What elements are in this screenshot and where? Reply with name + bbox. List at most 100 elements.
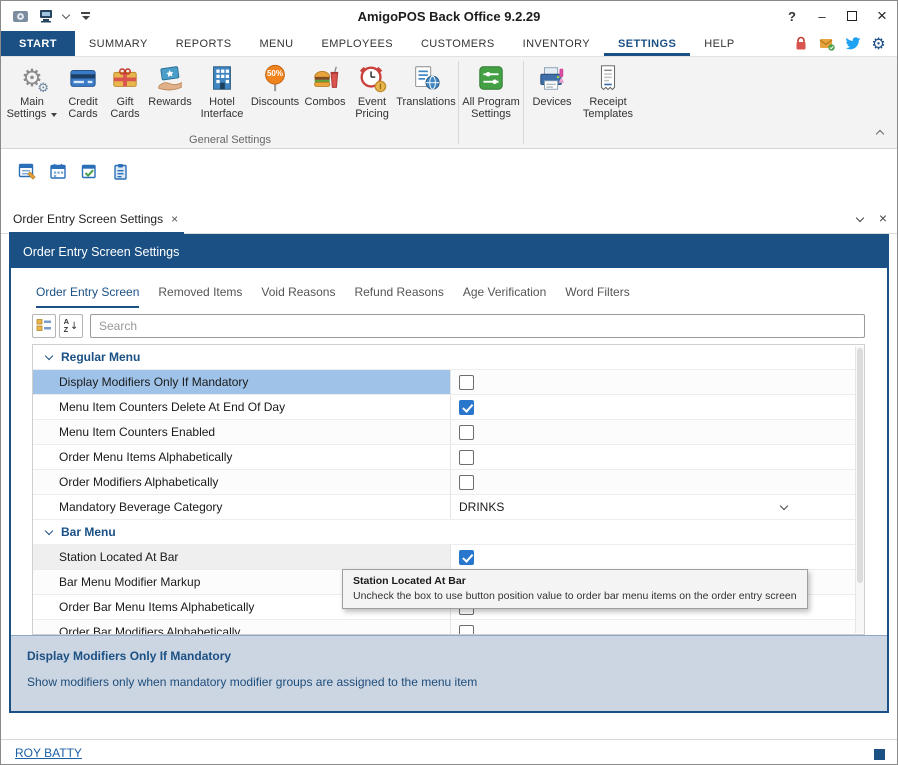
close-document-icon[interactable]: × bbox=[879, 211, 887, 225]
checkbox[interactable] bbox=[459, 400, 474, 415]
gear-icon[interactable]: ⚙ bbox=[870, 35, 887, 52]
sort-az-button[interactable]: A Z ↓ bbox=[59, 314, 83, 338]
tab-age-verification[interactable]: Age Verification bbox=[463, 285, 546, 308]
event-pricing-button[interactable]: Event Pricing bbox=[349, 57, 395, 133]
checkbox[interactable] bbox=[459, 550, 474, 565]
setting-row[interactable]: Menu Item Counters Enabled bbox=[33, 420, 864, 445]
app-window: AmigoPOS Back Office 9.2.29 ? – × START … bbox=[0, 0, 898, 765]
category-row-bar-menu[interactable]: Bar Menu bbox=[33, 520, 864, 545]
setting-row[interactable]: Order Bar Modifiers Alphabetically bbox=[33, 620, 864, 635]
hotel-interface-button[interactable]: Hotel Interface bbox=[195, 57, 249, 133]
setting-value bbox=[451, 395, 855, 419]
sort-arrow-icon: ↓ bbox=[70, 321, 78, 332]
all-program-settings-label: All Program Settings bbox=[460, 96, 522, 120]
document-tab-order-entry[interactable]: Order Entry Screen Settings × bbox=[9, 212, 184, 234]
rewards-button[interactable]: Rewards bbox=[145, 57, 195, 133]
help-button[interactable]: ? bbox=[777, 1, 807, 31]
tab-help[interactable]: HELP bbox=[690, 31, 748, 56]
window-controls: ? – × bbox=[777, 1, 897, 31]
tab-menu[interactable]: MENU bbox=[245, 31, 307, 56]
scrollbar-thumb[interactable] bbox=[857, 348, 863, 583]
tab-inventory[interactable]: INVENTORY bbox=[509, 31, 604, 56]
pos-terminal-icon[interactable] bbox=[37, 7, 55, 25]
setting-label: Order Bar Modifiers Alphabetically bbox=[33, 620, 451, 635]
customize-toolbar-icon[interactable] bbox=[81, 12, 90, 20]
category-view-button[interactable] bbox=[32, 314, 56, 338]
calendar-check-icon[interactable] bbox=[77, 159, 101, 183]
all-program-settings-button[interactable]: All Program Settings bbox=[460, 57, 522, 133]
minimize-button[interactable]: – bbox=[807, 1, 837, 31]
tab-settings[interactable]: SETTINGS bbox=[604, 31, 690, 56]
main-settings-label: Main Settings bbox=[7, 96, 47, 120]
ribbon-collapse-button[interactable] bbox=[877, 124, 883, 142]
receipt-templates-label: Receipt Templates bbox=[579, 96, 637, 120]
description-panel: Display Modifiers Only If Mandatory Show… bbox=[11, 635, 887, 711]
ribbon-separator bbox=[523, 61, 524, 144]
combos-button[interactable]: Combos bbox=[301, 57, 349, 133]
tab-removed-items[interactable]: Removed Items bbox=[158, 285, 242, 308]
dropdown-mandatory-beverage-category[interactable]: DRINKS bbox=[451, 495, 855, 519]
chevron-down-icon[interactable] bbox=[62, 10, 70, 18]
tab-void-reasons[interactable]: Void Reasons bbox=[261, 285, 335, 308]
chevron-down-icon bbox=[780, 502, 788, 510]
setting-row[interactable]: Display Modifiers Only If Mandatory bbox=[33, 370, 864, 395]
gift-cards-button[interactable]: Gift Cards bbox=[105, 57, 145, 133]
main-settings-button[interactable]: ⚙⚙ Main Settings bbox=[3, 57, 61, 133]
event-pricing-label: Event Pricing bbox=[349, 96, 395, 120]
printer-scanner-icon bbox=[536, 62, 568, 94]
tab-order-entry-screen[interactable]: Order Entry Screen bbox=[36, 285, 139, 308]
checkbox[interactable] bbox=[459, 450, 474, 465]
panel-title: Order Entry Screen Settings bbox=[23, 245, 179, 259]
tab-word-filters[interactable]: Word Filters bbox=[565, 285, 629, 308]
window-title: AmigoPOS Back Office 9.2.29 bbox=[1, 9, 897, 24]
feedback-icon[interactable] bbox=[818, 35, 835, 52]
tab-customers[interactable]: CUSTOMERS bbox=[407, 31, 509, 56]
setting-row[interactable]: Mandatory Beverage Category DRINKS bbox=[33, 495, 864, 520]
checkbox[interactable] bbox=[459, 625, 474, 636]
translations-button[interactable]: Translations bbox=[395, 57, 457, 133]
search-input[interactable] bbox=[90, 314, 865, 338]
credit-cards-button[interactable]: Credit Cards bbox=[61, 57, 105, 133]
calendar-icon[interactable] bbox=[46, 159, 70, 183]
category-row-regular-menu[interactable]: Regular Menu bbox=[33, 345, 864, 370]
setting-row[interactable]: Order Menu Items Alphabetically bbox=[33, 445, 864, 470]
form-edit-icon[interactable] bbox=[15, 159, 39, 183]
statusbar-divider bbox=[1, 739, 897, 740]
checkbox[interactable] bbox=[459, 475, 474, 490]
devices-button[interactable]: Devices bbox=[525, 57, 579, 133]
tab-reports[interactable]: REPORTS bbox=[162, 31, 246, 56]
twitter-icon[interactable] bbox=[844, 35, 861, 52]
lock-icon[interactable] bbox=[792, 35, 809, 52]
panel-header: Order Entry Screen Settings bbox=[11, 236, 887, 268]
checkbox[interactable] bbox=[459, 425, 474, 440]
tab-refund-reasons[interactable]: Refund Reasons bbox=[354, 285, 443, 308]
clipboard-icon[interactable] bbox=[108, 159, 132, 183]
tab-employees[interactable]: EMPLOYEES bbox=[307, 31, 406, 56]
setting-row[interactable]: Order Modifiers Alphabetically bbox=[33, 470, 864, 495]
chevron-down-icon bbox=[45, 526, 53, 534]
document-tab-close-icon[interactable]: × bbox=[171, 212, 178, 226]
description-text: Show modifiers only when mandatory modif… bbox=[27, 675, 871, 689]
hotel-interface-label: Hotel Interface bbox=[195, 96, 249, 120]
close-button[interactable]: × bbox=[867, 1, 897, 31]
setting-row[interactable]: Menu Item Counters Delete At End Of Day bbox=[33, 395, 864, 420]
maximize-button[interactable] bbox=[837, 1, 867, 31]
burger-drink-icon bbox=[309, 62, 341, 94]
logged-in-user-link[interactable]: ROY BATTY bbox=[15, 746, 82, 760]
discounts-button[interactable]: 50% Discounts bbox=[249, 57, 301, 133]
setting-value bbox=[451, 370, 855, 394]
chevron-down-icon[interactable] bbox=[856, 214, 864, 222]
tab-summary[interactable]: SUMMARY bbox=[75, 31, 162, 56]
receipt-templates-button[interactable]: Receipt Templates bbox=[579, 57, 637, 133]
tab-start[interactable]: START bbox=[1, 31, 75, 56]
app-logo-icon[interactable] bbox=[11, 7, 29, 25]
panel-tabs: Order Entry Screen Removed Items Void Re… bbox=[11, 268, 887, 308]
setting-row[interactable]: Station Located At Bar bbox=[33, 545, 864, 570]
settings-panel: Order Entry Screen Settings Order Entry … bbox=[9, 234, 889, 713]
combos-label: Combos bbox=[305, 96, 346, 108]
checkbox[interactable] bbox=[459, 375, 474, 390]
description-title: Display Modifiers Only If Mandatory bbox=[27, 649, 871, 663]
grid-scrollbar[interactable] bbox=[855, 346, 864, 633]
setting-value bbox=[451, 470, 855, 494]
setting-label: Mandatory Beverage Category bbox=[33, 495, 451, 519]
